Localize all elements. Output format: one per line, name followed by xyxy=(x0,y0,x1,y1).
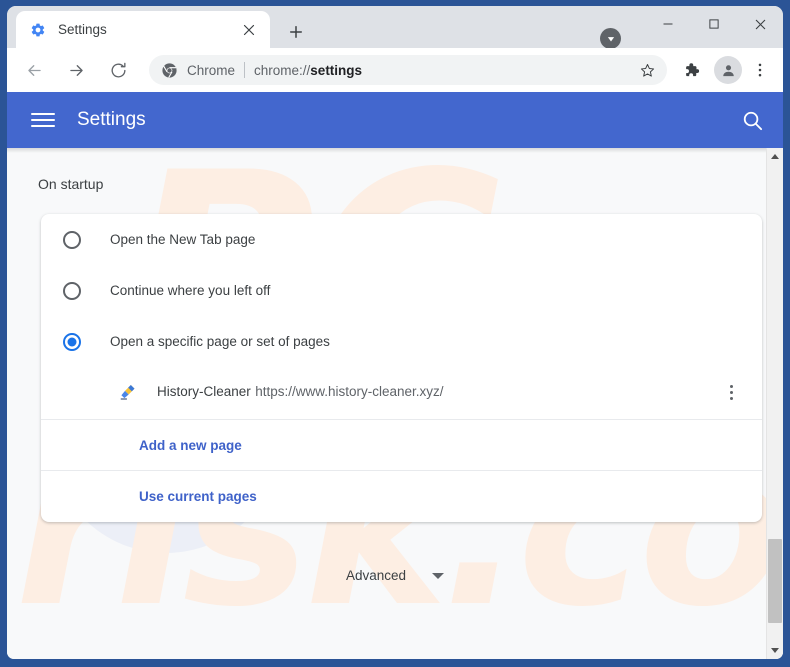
close-window-icon[interactable] xyxy=(737,6,783,42)
scroll-up-arrow-icon[interactable] xyxy=(767,148,783,165)
scroll-down-arrow-icon[interactable] xyxy=(767,642,783,659)
url-scheme: chrome:// xyxy=(254,63,310,78)
gear-icon xyxy=(30,22,46,38)
new-tab-button[interactable] xyxy=(282,18,310,46)
page-title: Settings xyxy=(77,109,739,131)
startup-option-new-tab[interactable]: Open the New Tab page xyxy=(41,214,762,265)
browser-toolbar: Chrome chrome://settings xyxy=(7,48,783,92)
scrollbar-track[interactable] xyxy=(767,165,783,642)
chevron-down-icon[interactable] xyxy=(432,573,444,579)
startup-settings-card: Open the New Tab page Continue where you… xyxy=(41,214,762,522)
hamburger-menu-icon[interactable] xyxy=(31,108,55,132)
section-title: On startup xyxy=(7,148,783,192)
omnibox-url: chrome://settings xyxy=(254,63,633,78)
omnibox-chip-label: Chrome xyxy=(187,63,235,78)
advanced-toggle-button[interactable]: Advanced xyxy=(336,560,454,591)
browser-menu-icon[interactable] xyxy=(745,55,775,85)
tab-strip: Settings xyxy=(7,6,783,48)
window-controls xyxy=(645,6,783,42)
vertical-scrollbar[interactable] xyxy=(766,148,783,659)
advanced-section: Advanced xyxy=(7,560,783,591)
scrollbar-thumb[interactable] xyxy=(768,539,782,623)
startup-site-text: History-Cleaner https://www.history-clea… xyxy=(157,381,716,403)
startup-site-url: https://www.history-cleaner.xyz/ xyxy=(255,384,443,399)
star-icon[interactable] xyxy=(633,56,661,84)
forward-arrow-icon[interactable] xyxy=(60,54,92,86)
back-arrow-icon[interactable] xyxy=(18,54,50,86)
radio-button[interactable] xyxy=(63,282,81,300)
startup-site-row: History-Cleaner https://www.history-clea… xyxy=(41,367,762,420)
add-new-page-link[interactable]: Add a new page xyxy=(139,438,242,453)
download-indicator-icon[interactable] xyxy=(600,28,621,49)
avatar[interactable] xyxy=(714,56,742,84)
chrome-logo-icon xyxy=(161,62,178,79)
settings-header: Settings xyxy=(7,92,783,148)
settings-content: PC risk.com On startup Open the New Tab … xyxy=(7,148,783,659)
browser-window: Settings xyxy=(0,0,790,667)
minimize-icon[interactable] xyxy=(645,6,691,42)
startup-option-continue[interactable]: Continue where you left off xyxy=(41,265,762,316)
address-bar[interactable]: Chrome chrome://settings xyxy=(149,55,667,85)
broom-favicon-icon xyxy=(119,382,139,402)
startup-site-name: History-Cleaner xyxy=(157,384,251,399)
omnibox-separator xyxy=(244,62,245,78)
use-current-pages-row[interactable]: Use current pages xyxy=(41,471,762,522)
window-inner: Settings xyxy=(7,6,783,659)
puzzle-icon[interactable] xyxy=(676,55,706,85)
startup-option-label: Continue where you left off xyxy=(110,283,270,298)
search-icon[interactable] xyxy=(739,107,765,133)
tab-title: Settings xyxy=(58,22,238,37)
startup-option-label: Open a specific page or set of pages xyxy=(110,334,330,349)
radio-button[interactable] xyxy=(63,231,81,249)
startup-option-label: Open the New Tab page xyxy=(110,232,255,247)
add-new-page-row[interactable]: Add a new page xyxy=(41,420,762,471)
close-icon[interactable] xyxy=(238,19,260,41)
url-host: settings xyxy=(310,63,362,78)
maximize-icon[interactable] xyxy=(691,6,737,42)
startup-option-specific-pages[interactable]: Open a specific page or set of pages xyxy=(41,316,762,367)
radio-button-selected[interactable] xyxy=(63,333,81,351)
advanced-label: Advanced xyxy=(346,568,406,583)
tab-settings[interactable]: Settings xyxy=(16,11,270,48)
reload-icon[interactable] xyxy=(102,54,134,86)
use-current-pages-link[interactable]: Use current pages xyxy=(139,489,257,504)
site-more-actions-icon[interactable] xyxy=(716,377,746,407)
